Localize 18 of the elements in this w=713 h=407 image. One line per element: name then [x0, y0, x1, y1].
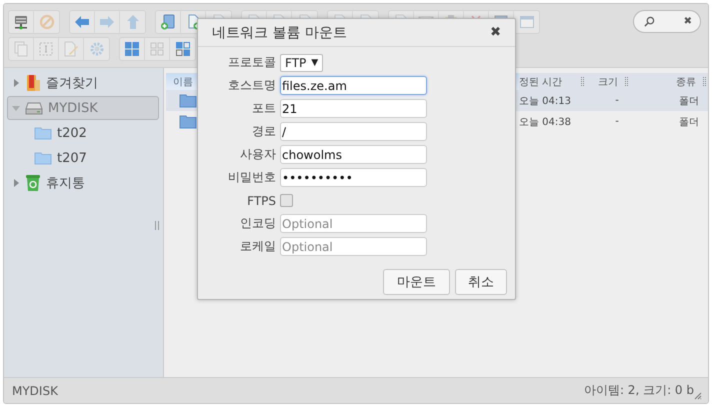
field-label: 포트 — [251, 100, 276, 117]
field-label: 경로 — [251, 123, 276, 140]
table-cell-text: 폴더 — [679, 116, 699, 128]
field-label: FTPS — [246, 194, 276, 208]
status-text: MYDISK — [12, 384, 58, 398]
status-text: 아이템: 2, 크기: 0 b — [584, 382, 694, 399]
table-cell-text: 오늘 04:38 — [519, 116, 571, 128]
table-cell-text: 폴더 — [679, 94, 699, 108]
field-label: 인코딩 — [239, 215, 276, 232]
table-cell-text: 오늘 04:13 — [519, 94, 571, 108]
table-cell: - — [615, 95, 619, 106]
field-label: 사용자 — [239, 146, 276, 163]
field-label: 로케일 — [239, 238, 276, 255]
field-label: 호스트명 — [227, 77, 276, 94]
table-cell: - — [615, 116, 619, 127]
field-label: 프로토콜 — [227, 54, 276, 71]
field-label: 비밀번호 — [227, 169, 276, 186]
dialog-title: 네트워크 볼륨 마운트 — [212, 24, 347, 42]
